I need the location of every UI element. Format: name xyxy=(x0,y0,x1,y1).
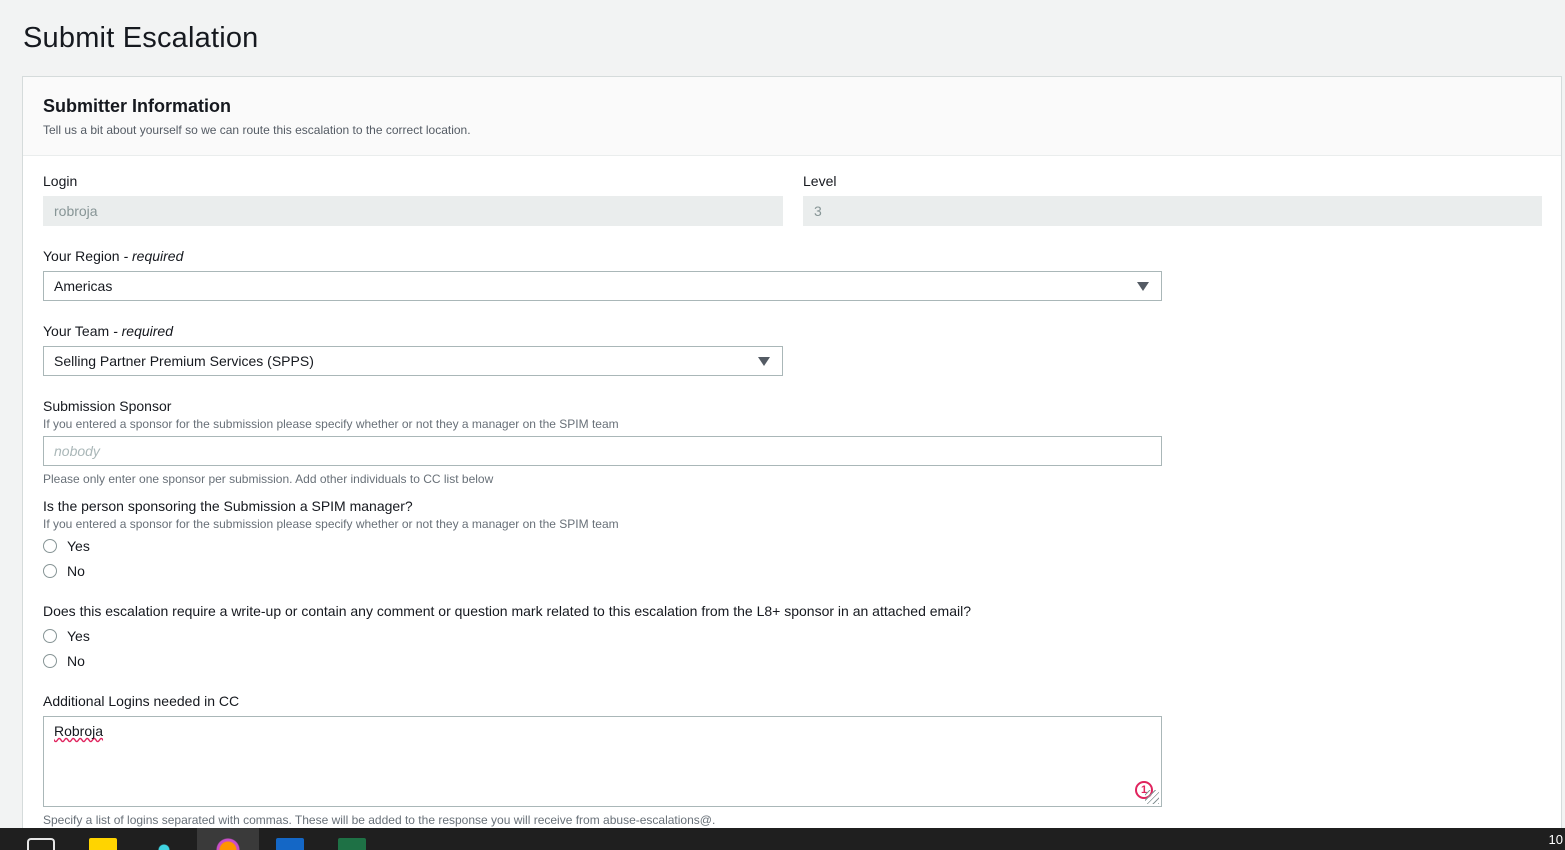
store-icon[interactable] xyxy=(27,838,55,850)
panel-header: Submitter Information Tell us a bit abou… xyxy=(23,77,1561,156)
outlook-icon[interactable] xyxy=(276,838,304,850)
section-description: Tell us a bit about yourself so we can r… xyxy=(43,123,471,137)
radio-label: No xyxy=(67,653,85,669)
login-field: robroja xyxy=(43,196,783,226)
dropdown-arrow-icon xyxy=(758,357,770,366)
team-label-text: Your Team xyxy=(43,323,110,339)
sponsor-hint: If you entered a sponsor for the submiss… xyxy=(43,417,619,431)
resize-handle-icon[interactable] xyxy=(1145,790,1159,804)
spim-manager-question: Is the person sponsoring the Submission … xyxy=(43,498,413,514)
spim-manager-yes-option[interactable]: Yes xyxy=(43,538,90,554)
cc-textarea-value: Robroja xyxy=(54,723,103,739)
radio-button[interactable] xyxy=(43,654,57,668)
team-selected-value: Selling Partner Premium Services (SPPS) xyxy=(54,353,314,369)
firefox-icon[interactable] xyxy=(214,838,242,850)
team-label: Your Team - required xyxy=(43,323,173,339)
page-title: Submit Escalation xyxy=(23,22,259,54)
region-label: Your Region - required xyxy=(43,248,183,264)
cc-textarea[interactable] xyxy=(43,716,1162,807)
sponsor-helper-text: Please only enter one sponsor per submis… xyxy=(43,472,494,486)
spim-manager-hint: If you entered a sponsor for the submiss… xyxy=(43,517,619,531)
region-required-text: - required xyxy=(123,248,184,264)
app-icon[interactable] xyxy=(150,838,178,850)
region-select[interactable]: Americas xyxy=(43,271,1162,301)
windows-taskbar: 10 xyxy=(0,828,1565,850)
sponsor-input[interactable] xyxy=(43,436,1162,466)
section-title: Submitter Information xyxy=(43,96,231,116)
spim-manager-no-option[interactable]: No xyxy=(43,563,85,579)
radio-button[interactable] xyxy=(43,564,57,578)
radio-button[interactable] xyxy=(43,539,57,553)
writeup-yes-option[interactable]: Yes xyxy=(43,628,90,644)
file-explorer-icon[interactable] xyxy=(89,838,117,850)
excel-icon[interactable] xyxy=(338,838,366,850)
login-label: Login xyxy=(43,173,78,189)
writeup-question: Does this escalation require a write-up … xyxy=(43,603,971,619)
radio-button[interactable] xyxy=(43,629,57,643)
cc-helper-text: Specify a list of logins separated with … xyxy=(43,813,716,827)
cc-label: Additional Logins needed in CC xyxy=(43,693,240,709)
writeup-no-option[interactable]: No xyxy=(43,653,85,669)
team-select[interactable]: Selling Partner Premium Services (SPPS) xyxy=(43,346,783,376)
taskbar-clock[interactable]: 10 xyxy=(1549,832,1563,847)
level-field: 3 xyxy=(803,196,1542,226)
region-label-text: Your Region xyxy=(43,248,120,264)
dropdown-arrow-icon xyxy=(1137,282,1149,291)
region-selected-value: Americas xyxy=(54,278,113,294)
radio-label: No xyxy=(67,563,85,579)
radio-label: Yes xyxy=(67,628,90,644)
sponsor-label: Submission Sponsor xyxy=(43,398,172,414)
cc-value-text: Robroja xyxy=(54,723,104,739)
level-label: Level xyxy=(803,173,837,189)
radio-label: Yes xyxy=(67,538,90,554)
team-required-text: - required xyxy=(113,323,173,339)
